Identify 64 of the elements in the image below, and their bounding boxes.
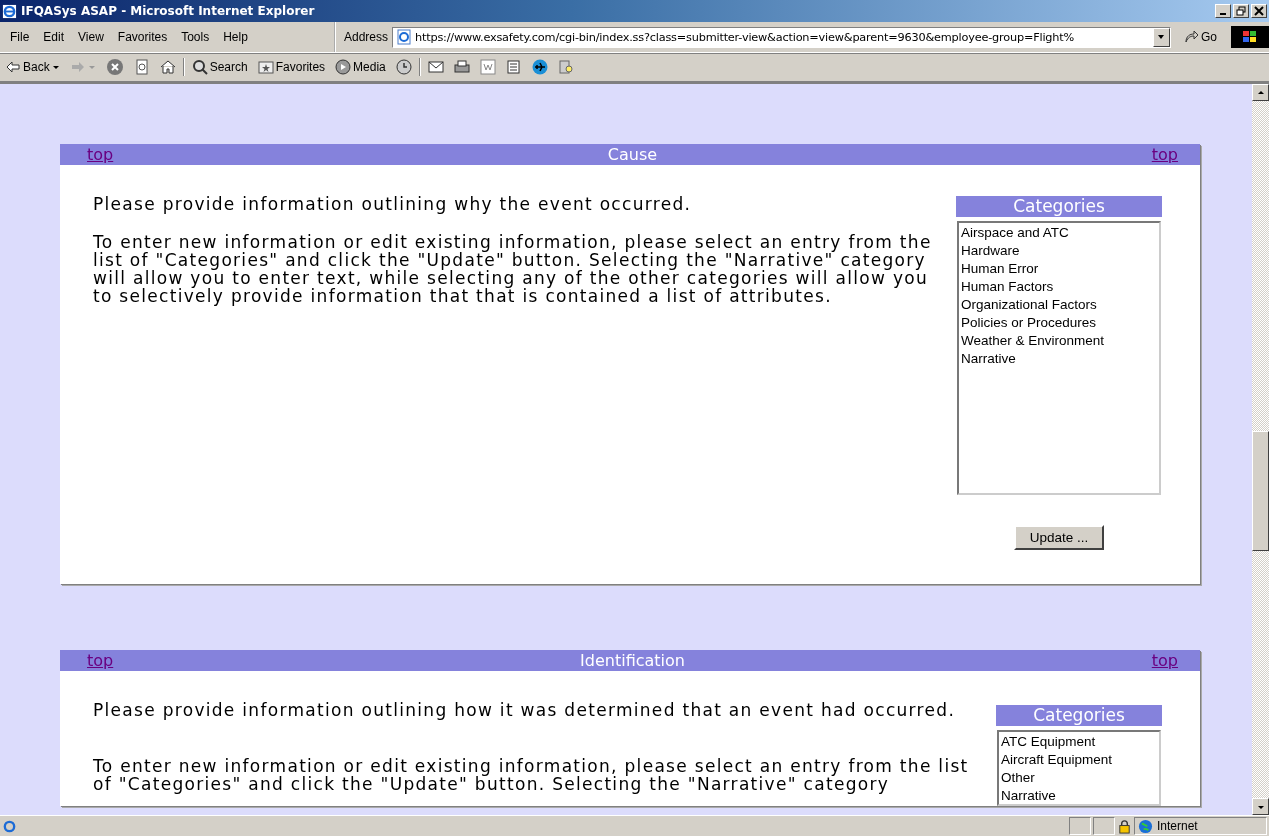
menu-item[interactable]: Edit xyxy=(37,30,71,44)
windows-logo-icon xyxy=(1231,26,1269,48)
category-option[interactable]: Hardware xyxy=(961,242,1157,260)
status-panel xyxy=(1069,817,1091,835)
page-icon xyxy=(396,29,413,45)
categories-listbox[interactable]: ATC Equipment Aircraft Equipment Other Narrative xyxy=(997,730,1161,806)
instructions-text: To enter new information or edit existing information, please select an entry from the list of "Categories" and click the "Update" button. Selecting the "Narrative" category xyxy=(93,757,970,793)
menu-item[interactable]: File xyxy=(4,30,36,44)
category-option[interactable]: ATC Equipment xyxy=(1001,733,1157,751)
back-button[interactable]: Back xyxy=(2,57,63,77)
section-title: Cause xyxy=(607,145,658,164)
menu-item[interactable]: Tools xyxy=(175,30,216,44)
caret-icon xyxy=(51,63,60,71)
category-option[interactable]: Aircraft Equipment xyxy=(1001,751,1157,769)
category-option[interactable]: Narrative xyxy=(1001,787,1157,804)
search-icon xyxy=(191,59,208,75)
menu-item[interactable]: Help xyxy=(217,30,254,44)
left-arrow-icon xyxy=(5,59,21,75)
menu-item[interactable]: Favorites xyxy=(111,30,174,44)
security-zone-text: Internet xyxy=(1157,819,1198,833)
minimize-icon xyxy=(1220,13,1226,15)
close-icon xyxy=(1254,6,1264,16)
address-field[interactable]: https://www.exsafety.com/cgi-bin/index.ss?class=submitter-view&action=view&parent=9630&employee-group=Flight% xyxy=(392,26,1171,48)
play-icon xyxy=(335,59,352,75)
restore-button[interactable] xyxy=(1233,4,1249,18)
categories-heading: Categories xyxy=(996,705,1162,726)
globe-icon xyxy=(1138,818,1153,834)
section-title: Identification xyxy=(580,651,685,670)
vertical-scrollbar[interactable] xyxy=(1252,84,1269,815)
favorites-button[interactable]: Favorites xyxy=(254,57,329,77)
search-button[interactable]: Search xyxy=(188,57,251,77)
close-button[interactable] xyxy=(1251,4,1267,18)
up-arrow-icon[interactable] xyxy=(1256,88,1265,97)
intro-text: Please provide information outlining how it was determined that an event had occurred. xyxy=(93,701,957,719)
go-button[interactable]: Go xyxy=(1171,29,1231,45)
category-option[interactable]: Other xyxy=(1001,769,1157,787)
caret-icon xyxy=(87,63,96,71)
intro-text: Please provide information outlining why the event occurred. xyxy=(93,195,693,213)
instructions-text: To enter new information or edit existing information, please select an entry from the list of "Categories" and click the "Update" button. Selecting the "Narrative" category will allow you to enter text, while selecting any of the other categories will allow you to selectively provide information that that is contained a list of attributes. xyxy=(93,233,933,305)
minimize-button[interactable] xyxy=(1215,4,1231,18)
category-option[interactable]: Airspace and ATC xyxy=(961,224,1157,242)
browser-logo-icon xyxy=(2,3,17,19)
category-option[interactable]: Weather & Environment xyxy=(961,332,1157,350)
category-option[interactable]: Narrative xyxy=(961,350,1157,368)
media-button[interactable]: Media xyxy=(332,57,389,77)
categories-heading: Categories xyxy=(956,196,1162,217)
star-folder-icon xyxy=(257,59,274,75)
window-title: IFQASys ASAP - Microsoft Internet Explorer xyxy=(21,4,316,18)
address-label: Address xyxy=(343,30,390,44)
category-option[interactable]: Human Error xyxy=(961,260,1157,278)
right-arrow-icon xyxy=(69,59,86,75)
categories-listbox[interactable]: Airspace and ATC Hardware Human Error Human Factors Organizational Factors Policies or Procedures Weather & Environment Narrative xyxy=(957,221,1161,495)
category-option[interactable]: Human Factors xyxy=(961,278,1157,296)
restore-icon xyxy=(1236,6,1246,16)
category-option[interactable]: Policies or Procedures xyxy=(961,314,1157,332)
menu-item[interactable]: View xyxy=(72,30,110,44)
page-icon xyxy=(2,818,17,834)
padlock-icon xyxy=(1117,818,1132,834)
curved-arrow-icon xyxy=(1183,29,1199,45)
dropdown-button[interactable] xyxy=(1153,27,1170,47)
update-button[interactable]: Update ... xyxy=(1013,525,1105,550)
category-option[interactable]: Organizational Factors xyxy=(961,296,1157,314)
status-panel xyxy=(1093,817,1115,835)
scrollbar-thumb[interactable] xyxy=(1252,431,1269,551)
